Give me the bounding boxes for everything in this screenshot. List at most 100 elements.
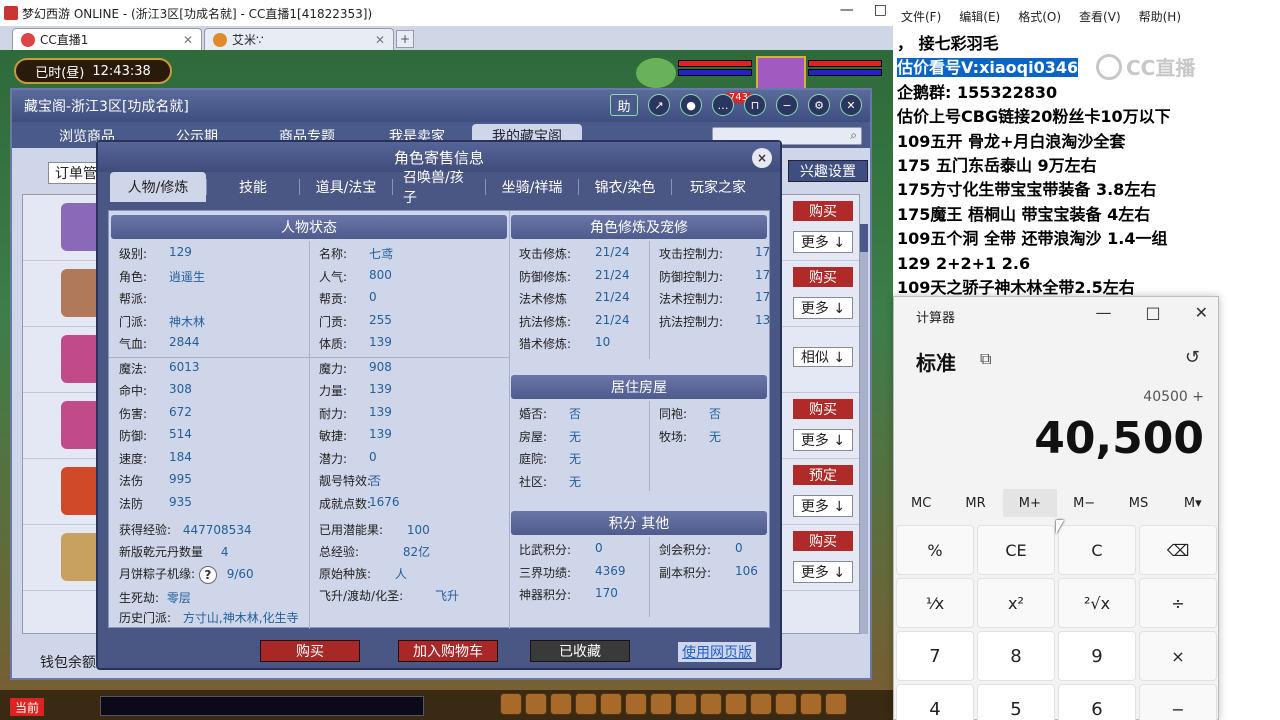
help-question-icon[interactable]: ? [198, 565, 217, 584]
calc-maximize-button[interactable]: □ [1145, 303, 1160, 322]
hotbar-slot[interactable] [700, 693, 722, 715]
tab-mounts[interactable]: 坐骑/祥瑞 [486, 172, 578, 202]
more-button[interactable]: 更多 ↓ [793, 297, 853, 319]
memory-list-button[interactable]: M▾ [1166, 489, 1220, 517]
chat-icon[interactable]: … [712, 94, 734, 116]
buy-button[interactable]: 购买 [793, 267, 853, 287]
tab-player-home[interactable]: 玩家之家 [672, 172, 764, 202]
tab-outfits[interactable]: 锦衣/染色 [579, 172, 671, 202]
buy-button[interactable]: 购买 [793, 399, 853, 419]
calculator-mode[interactable]: 标准 [916, 347, 956, 376]
reserve-button[interactable]: 预定 [793, 465, 853, 485]
stat-value: 129 [169, 245, 192, 259]
maximize-button[interactable]: □ [874, 2, 887, 18]
menu-view[interactable]: 查看(V) [1079, 8, 1121, 30]
help-button[interactable]: 助 [610, 94, 638, 116]
key-7[interactable]: 7 [896, 631, 974, 681]
scrollbar-thumb[interactable] [860, 224, 868, 252]
multiply-key[interactable]: × [1139, 631, 1217, 681]
notepad-text-area[interactable]: ， 接七彩羽毛 估价看号V:xiaoqi0346 企鹅群: 155322830 … [897, 32, 1277, 300]
key-4[interactable]: 4 [896, 684, 974, 720]
close-icon[interactable]: ✕ [840, 94, 862, 116]
buy-button[interactable]: 购买 [793, 531, 853, 551]
dialog-close-button[interactable]: × [752, 148, 772, 168]
tab-aimi[interactable]: 艾米∵ ✕ [204, 28, 394, 50]
stat-value: 21/24 [595, 312, 630, 327]
stat-label: 抗法修炼: [519, 314, 572, 329]
hotbar-slot[interactable] [675, 693, 697, 715]
hotbar-slot[interactable] [800, 693, 822, 715]
backspace-key[interactable]: ⌫ [1139, 525, 1217, 575]
more-button[interactable]: 更多 ↓ [793, 561, 853, 583]
stat-row: 抗法修炼: 21/24 [519, 313, 630, 330]
ce-key[interactable]: CE [977, 525, 1055, 575]
hotbar-slot[interactable] [575, 693, 597, 715]
mc-button[interactable]: MC [894, 489, 948, 517]
menu-help[interactable]: 帮助(H) [1139, 8, 1181, 30]
key-6[interactable]: 6 [1058, 684, 1136, 720]
minus-key[interactable]: − [1139, 684, 1217, 720]
search-icon[interactable]: ⌕ [850, 128, 857, 143]
pet-avatar[interactable] [636, 58, 676, 88]
hotbar-slot[interactable] [825, 693, 847, 715]
minimize-button[interactable]: — [840, 2, 854, 18]
similar-button[interactable]: 相似 ↓ [793, 347, 853, 367]
new-tab-button[interactable]: + [396, 30, 414, 48]
cart-icon[interactable]: ⊓ [744, 94, 766, 116]
calc-close-button[interactable]: ✕ [1195, 303, 1208, 322]
hotbar-slot[interactable] [500, 693, 522, 715]
sqrt-key[interactable]: ²√x [1058, 578, 1136, 628]
hotbar-slot[interactable] [750, 693, 772, 715]
gear-icon[interactable]: ⚙ [808, 94, 830, 116]
m-minus-button[interactable]: M− [1057, 489, 1111, 517]
current-channel-button[interactable]: 当前 [10, 698, 44, 716]
calc-minimize-button[interactable]: — [1095, 303, 1111, 322]
key-5[interactable]: 5 [977, 684, 1055, 720]
key-9[interactable]: 9 [1058, 631, 1136, 681]
tab-skills[interactable]: 技能 [207, 172, 299, 202]
square-key[interactable]: x² [977, 578, 1055, 628]
ms-button[interactable]: MS [1111, 489, 1165, 517]
potion-label: 新版乾元丹数量 [119, 545, 204, 559]
exp-value: 447708534 [182, 523, 252, 537]
more-button[interactable]: 更多 ↓ [793, 231, 853, 253]
menu-file[interactable]: 文件(F) [901, 8, 941, 30]
more-button[interactable]: 更多 ↓ [793, 495, 853, 517]
minimize-icon[interactable]: − [776, 94, 798, 116]
hotbar-slot[interactable] [725, 693, 747, 715]
close-tab-icon[interactable]: ✕ [375, 33, 385, 47]
close-tab-icon[interactable]: ✕ [183, 33, 193, 47]
m-plus-button[interactable]: M+ [1002, 489, 1057, 517]
use-web-version-link[interactable]: 使用网页版 [678, 642, 756, 662]
tab-cc-live[interactable]: CC直播1 ✕ [12, 28, 202, 50]
key-8[interactable]: 8 [977, 631, 1055, 681]
tab-items[interactable]: 道具/法宝 [300, 172, 392, 202]
used-fruit-value: 100 [406, 523, 430, 537]
history-icon[interactable]: ↺ [1185, 347, 1200, 368]
buy-button[interactable]: 购买 [260, 640, 360, 662]
favorited-button[interactable]: 已收藏 [530, 640, 630, 662]
reciprocal-key[interactable]: ⅟x [896, 578, 974, 628]
hotbar-slot[interactable] [550, 693, 572, 715]
hotbar-slot[interactable] [775, 693, 797, 715]
menu-format[interactable]: 格式(O) [1018, 8, 1061, 30]
tab-character[interactable]: 人物/修炼 [110, 172, 206, 202]
hotbar-slot[interactable] [600, 693, 622, 715]
hotbar-slot[interactable] [525, 693, 547, 715]
share-icon[interactable]: ↗ [648, 94, 670, 116]
stop-icon[interactable]: ● [680, 94, 702, 116]
buy-button[interactable]: 购买 [793, 201, 853, 221]
mr-button[interactable]: MR [948, 489, 1002, 517]
tab-pets[interactable]: 召唤兽/孩子 [393, 170, 485, 206]
hotbar-slot[interactable] [650, 693, 672, 715]
list-scrollbar[interactable] [860, 224, 868, 634]
hotbar-slot[interactable] [625, 693, 647, 715]
percent-key[interactable]: % [896, 525, 974, 575]
menu-edit[interactable]: 编辑(E) [959, 8, 1000, 30]
more-button[interactable]: 更多 ↓ [793, 429, 853, 451]
divide-key[interactable]: ÷ [1139, 578, 1217, 628]
add-to-cart-button[interactable]: 加入购物车 [398, 640, 498, 662]
keep-on-top-icon[interactable]: ⧉ [980, 349, 991, 369]
chat-input[interactable] [100, 696, 424, 716]
interest-settings-button[interactable]: 兴趣设置 [788, 160, 868, 182]
